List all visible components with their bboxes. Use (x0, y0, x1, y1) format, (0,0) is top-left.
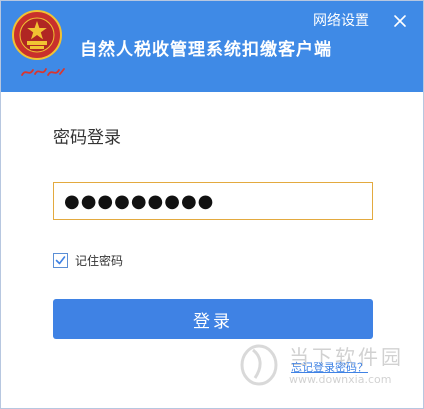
checkbox-box[interactable] (53, 253, 68, 268)
remember-label: 记住密码 (75, 254, 124, 268)
app-title: 自然人税收管理系统扣缴客户端 (80, 40, 332, 60)
password-field[interactable] (53, 182, 373, 220)
section-title: 密码登录 (53, 128, 121, 148)
forgot-password-link[interactable]: 忘记登录密码？ (291, 359, 368, 375)
title-bar: 自然人税收管理系统扣缴客户端 网络设置 (1, 1, 423, 92)
login-window: 自然人税收管理系统扣缴客户端 网络设置 密码登录 记住密码 登录 当下软件园 w… (0, 0, 424, 409)
watermark-logo-icon (240, 344, 278, 386)
tax-emblem-icon (12, 10, 62, 60)
emblem-caption-logo (21, 68, 65, 76)
login-button[interactable]: 登录 (53, 299, 373, 339)
checkmark-icon (55, 256, 66, 265)
network-settings-link[interactable]: 网络设置 (313, 10, 369, 30)
remember-password-checkbox[interactable]: 记住密码 (53, 252, 123, 269)
close-icon[interactable] (392, 13, 408, 29)
